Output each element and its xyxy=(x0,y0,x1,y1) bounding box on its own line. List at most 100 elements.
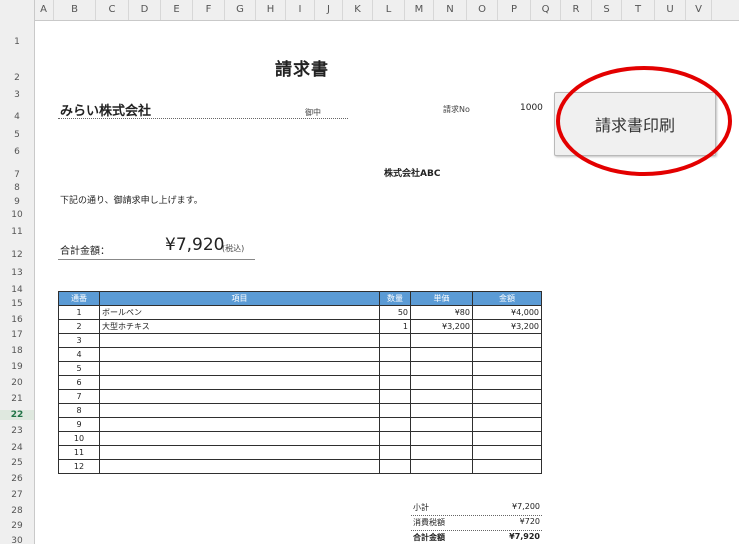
item-qty[interactable] xyxy=(379,403,411,418)
row-header-21[interactable]: 21 xyxy=(0,394,34,404)
row-header-23[interactable]: 23 xyxy=(0,426,34,436)
item-serial[interactable]: 5 xyxy=(58,361,100,376)
column-header-q[interactable]: Q xyxy=(531,0,561,20)
row-header-7[interactable]: 7 xyxy=(0,170,34,180)
row-header-17[interactable]: 17 xyxy=(0,330,34,340)
row-header-11[interactable]: 11 xyxy=(0,227,34,237)
item-serial[interactable]: 4 xyxy=(58,347,100,362)
item-amount[interactable] xyxy=(472,361,542,376)
row-header-6[interactable]: 6 xyxy=(0,147,34,157)
item-qty[interactable] xyxy=(379,375,411,390)
column-header-h[interactable]: H xyxy=(256,0,286,20)
item-unit-price[interactable] xyxy=(410,431,473,446)
item-unit-price[interactable] xyxy=(410,361,473,376)
column-header-b[interactable]: B xyxy=(54,0,96,20)
row-header-3[interactable]: 3 xyxy=(0,90,34,100)
item-name[interactable] xyxy=(99,431,380,446)
item-unit-price[interactable] xyxy=(410,375,473,390)
column-header-m[interactable]: M xyxy=(405,0,434,20)
item-unit-price[interactable] xyxy=(410,459,473,474)
item-qty[interactable] xyxy=(379,431,411,446)
item-qty[interactable] xyxy=(379,417,411,432)
item-name[interactable] xyxy=(99,459,380,474)
row-header-12[interactable]: 12 xyxy=(0,250,34,260)
select-all-corner[interactable] xyxy=(0,0,35,20)
column-header-a[interactable]: A xyxy=(34,0,54,20)
column-header-s[interactable]: S xyxy=(592,0,622,20)
column-header-f[interactable]: F xyxy=(193,0,225,20)
row-header-28[interactable]: 28 xyxy=(0,506,34,516)
row-header-20[interactable]: 20 xyxy=(0,378,34,388)
item-serial[interactable]: 10 xyxy=(58,431,100,446)
item-amount[interactable] xyxy=(472,417,542,432)
column-header-n[interactable]: N xyxy=(434,0,467,20)
row-header-16[interactable]: 16 xyxy=(0,315,34,325)
column-header-o[interactable]: O xyxy=(467,0,498,20)
row-header-15[interactable]: 15 xyxy=(0,299,34,309)
item-amount[interactable] xyxy=(472,431,542,446)
item-amount[interactable] xyxy=(472,375,542,390)
column-header-g[interactable]: G xyxy=(225,0,256,20)
row-header-29[interactable]: 29 xyxy=(0,521,34,531)
item-serial[interactable]: 8 xyxy=(58,403,100,418)
item-qty[interactable] xyxy=(379,333,411,348)
item-serial[interactable]: 2 xyxy=(58,319,100,334)
item-unit-price[interactable] xyxy=(410,417,473,432)
item-qty[interactable] xyxy=(379,459,411,474)
row-header-13[interactable]: 13 xyxy=(0,268,34,278)
item-serial[interactable]: 1 xyxy=(58,305,100,320)
column-header-d[interactable]: D xyxy=(129,0,161,20)
item-unit-price[interactable] xyxy=(410,347,473,362)
row-header-19[interactable]: 19 xyxy=(0,362,34,372)
column-header-v[interactable]: V xyxy=(686,0,712,20)
print-invoice-button[interactable]: 請求書印刷 xyxy=(554,92,716,156)
item-unit-price[interactable]: ¥3,200 xyxy=(410,319,473,334)
item-amount[interactable] xyxy=(472,389,542,404)
item-name[interactable] xyxy=(99,347,380,362)
item-amount[interactable] xyxy=(472,445,542,460)
column-header-e[interactable]: E xyxy=(161,0,193,20)
item-qty[interactable] xyxy=(379,445,411,460)
row-header-22[interactable]: 22 xyxy=(0,410,34,420)
row-header-14[interactable]: 14 xyxy=(0,285,34,295)
column-header-c[interactable]: C xyxy=(96,0,129,20)
row-header-1[interactable]: 1 xyxy=(0,37,34,47)
row-header-27[interactable]: 27 xyxy=(0,490,34,500)
column-header-p[interactable]: P xyxy=(498,0,531,20)
item-qty[interactable] xyxy=(379,389,411,404)
item-serial[interactable]: 9 xyxy=(58,417,100,432)
item-serial[interactable]: 3 xyxy=(58,333,100,348)
item-serial[interactable]: 6 xyxy=(58,375,100,390)
item-name[interactable] xyxy=(99,389,380,404)
item-name[interactable] xyxy=(99,333,380,348)
item-amount[interactable] xyxy=(472,333,542,348)
column-header-t[interactable]: T xyxy=(622,0,655,20)
item-amount[interactable] xyxy=(472,459,542,474)
row-header-8[interactable]: 8 xyxy=(0,183,34,193)
item-amount[interactable] xyxy=(472,347,542,362)
row-header-9[interactable]: 9 xyxy=(0,197,34,207)
row-header-30[interactable]: 30 xyxy=(0,536,34,546)
row-header-26[interactable]: 26 xyxy=(0,474,34,484)
item-amount[interactable]: ¥4,000 xyxy=(472,305,542,320)
item-unit-price[interactable] xyxy=(410,389,473,404)
column-header-l[interactable]: L xyxy=(373,0,405,20)
item-serial[interactable]: 7 xyxy=(58,389,100,404)
item-name[interactable] xyxy=(99,445,380,460)
item-name[interactable]: ボールペン xyxy=(99,305,380,320)
item-unit-price[interactable] xyxy=(410,445,473,460)
item-unit-price[interactable] xyxy=(410,403,473,418)
row-header-5[interactable]: 5 xyxy=(0,130,34,140)
item-unit-price[interactable] xyxy=(410,333,473,348)
column-header-u[interactable]: U xyxy=(655,0,686,20)
column-header-j[interactable]: J xyxy=(315,0,343,20)
column-header-r[interactable]: R xyxy=(561,0,592,20)
item-amount[interactable] xyxy=(472,403,542,418)
item-serial[interactable]: 12 xyxy=(58,459,100,474)
column-header-i[interactable]: I xyxy=(286,0,315,20)
row-header-10[interactable]: 10 xyxy=(0,210,34,220)
item-name[interactable] xyxy=(99,361,380,376)
item-qty[interactable] xyxy=(379,361,411,376)
column-header-k[interactable]: K xyxy=(343,0,373,20)
item-serial[interactable]: 11 xyxy=(58,445,100,460)
